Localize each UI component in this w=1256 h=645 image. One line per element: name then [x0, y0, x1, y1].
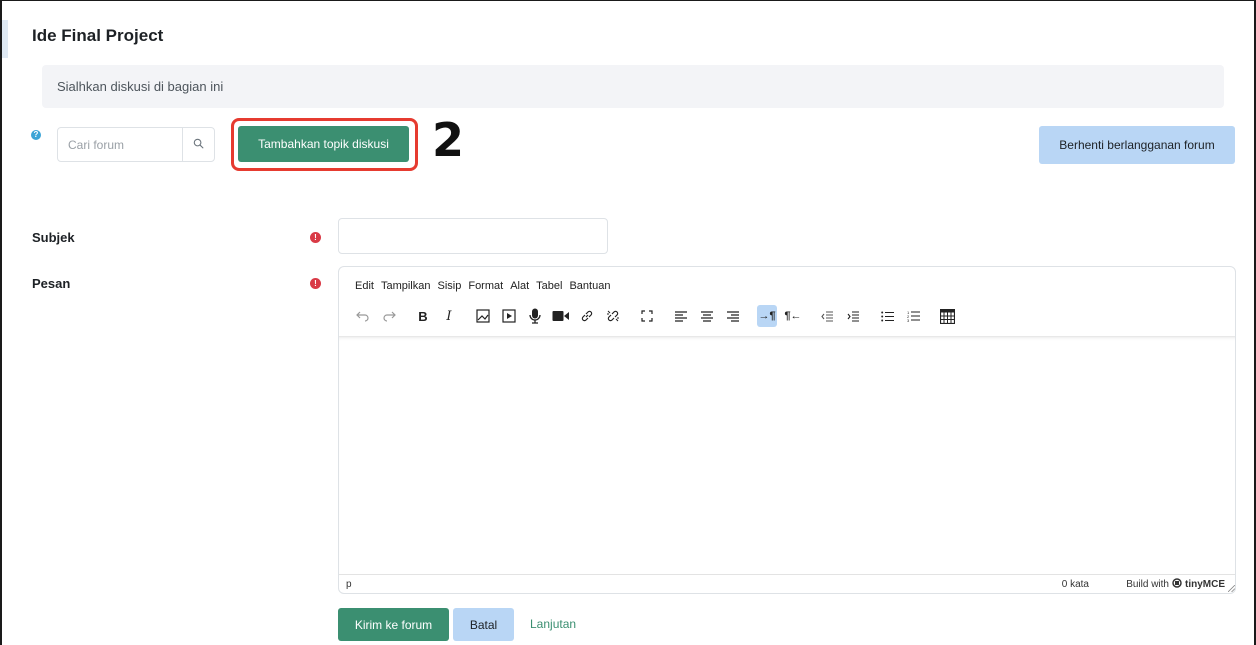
submit-to-forum-button[interactable]: Kirim ke forum — [338, 608, 449, 641]
search-button[interactable] — [182, 128, 214, 161]
message-label: Pesan — [32, 276, 71, 291]
menu-view[interactable]: Tampilkan — [381, 280, 431, 292]
page-title: Ide Final Project — [32, 26, 164, 45]
editor-statusbar: p 0 kata Build with tinyMCE — [339, 574, 1235, 593]
subject-input[interactable] — [338, 218, 608, 254]
menu-format[interactable]: Format — [468, 280, 503, 292]
search-input[interactable] — [58, 128, 182, 161]
rtl-direction-icon[interactable]: ¶← — [783, 305, 803, 327]
numbered-list-icon[interactable]: 123 — [903, 305, 923, 327]
svg-text:3: 3 — [907, 318, 910, 322]
calculator-table-icon[interactable] — [937, 305, 957, 327]
cancel-button[interactable]: Batal — [453, 608, 514, 641]
indent-icon[interactable] — [843, 305, 863, 327]
editor-toolbar: B I →¶ ¶← 1 2 3 — [353, 304, 963, 328]
help-icon[interactable]: ? — [31, 130, 41, 140]
menu-tools[interactable]: Alat — [510, 280, 529, 292]
menu-edit[interactable]: Edit — [355, 280, 374, 292]
required-icon: ! — [310, 278, 321, 289]
link-icon[interactable] — [577, 305, 597, 327]
tinymce-brand-text: tinyMCE — [1185, 579, 1225, 590]
menu-table[interactable]: Tabel — [536, 280, 562, 292]
element-path[interactable]: p — [346, 579, 352, 590]
menu-help[interactable]: Bantuan — [569, 280, 610, 292]
required-icon: ! — [310, 232, 321, 243]
intro-box: Sialhkan diskusi di bagian ini — [42, 65, 1224, 108]
bullet-list-icon[interactable] — [877, 305, 897, 327]
editor-menubar: Edit Tampilkan Sisip Format Alat Tabel B… — [355, 280, 617, 292]
annotation-step-number: 2 — [432, 113, 465, 167]
align-left-icon[interactable] — [671, 305, 691, 327]
unsubscribe-forum-button[interactable]: Berhenti berlangganan forum — [1039, 126, 1235, 164]
video-icon[interactable] — [551, 305, 571, 327]
subject-label: Subjek — [32, 230, 75, 245]
editor-content-area[interactable] — [339, 336, 1235, 576]
menu-insert[interactable]: Sisip — [438, 280, 462, 292]
ltr-direction-icon[interactable]: →¶ — [757, 305, 777, 327]
align-center-icon[interactable] — [697, 305, 717, 327]
advanced-link[interactable]: Lanjutan — [530, 617, 576, 631]
add-discussion-topic-button[interactable]: Tambahkan topik diskusi — [238, 126, 409, 162]
outdent-icon[interactable] — [817, 305, 837, 327]
media-icon[interactable] — [499, 305, 519, 327]
forum-search — [57, 127, 215, 162]
search-icon — [193, 136, 204, 154]
undo-icon[interactable] — [353, 305, 373, 327]
image-icon[interactable] — [473, 305, 493, 327]
left-accent-bar — [2, 20, 8, 58]
tinymce-branding[interactable]: Build with tinyMCE — [1126, 578, 1225, 591]
rich-text-editor: Edit Tampilkan Sisip Format Alat Tabel B… — [338, 266, 1236, 594]
align-right-icon[interactable] — [723, 305, 743, 327]
build-with-text: Build with — [1126, 579, 1169, 590]
bold-icon[interactable]: B — [413, 305, 433, 327]
fullscreen-icon[interactable] — [637, 305, 657, 327]
italic-icon[interactable]: I — [439, 305, 459, 327]
unlink-icon[interactable] — [603, 305, 623, 327]
redo-icon[interactable] — [379, 305, 399, 327]
resize-handle-icon[interactable] — [1227, 584, 1235, 593]
tinymce-logo-icon — [1172, 578, 1182, 591]
word-count: 0 kata — [1061, 579, 1089, 590]
microphone-icon[interactable] — [525, 305, 545, 327]
intro-text: Sialhkan diskusi di bagian ini — [57, 79, 224, 94]
